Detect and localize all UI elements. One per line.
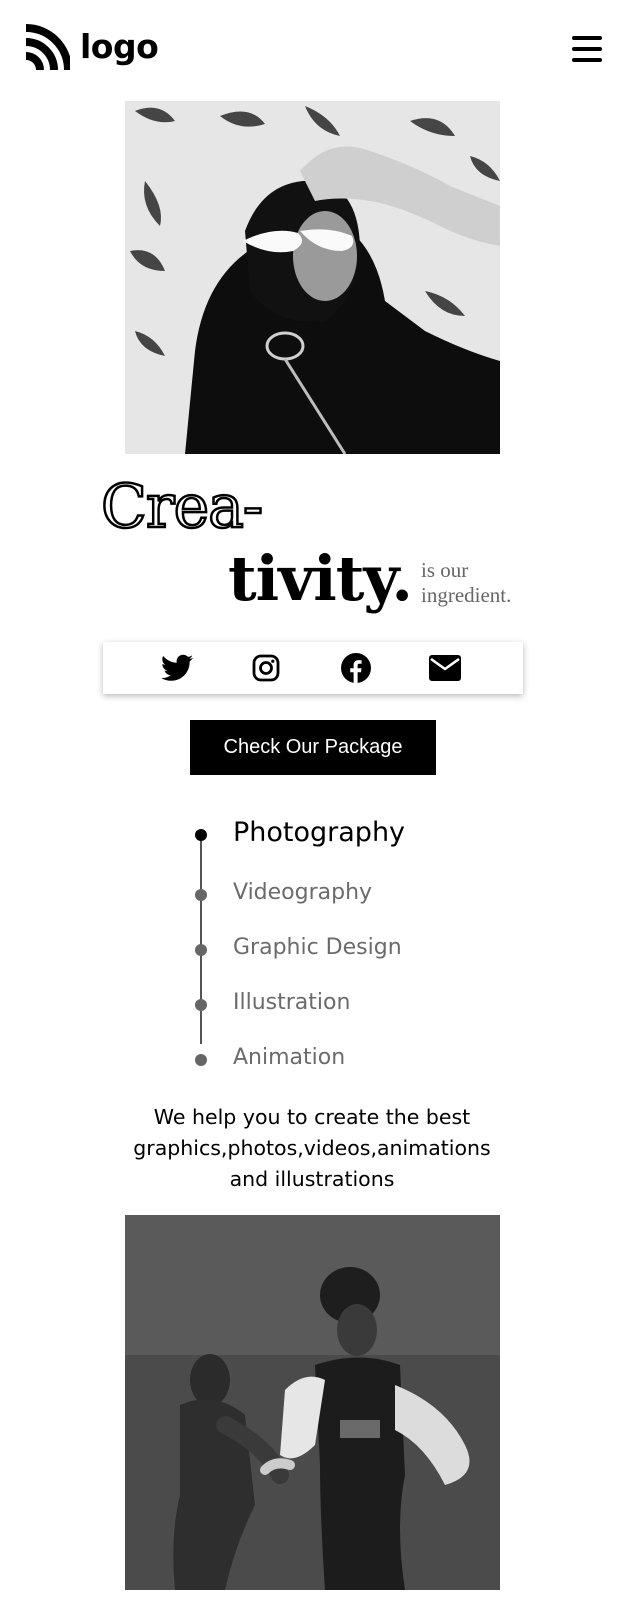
envelope-icon[interactable] [428,652,462,684]
headline-line2: tivity. [228,542,413,615]
service-label: Illustration [233,990,351,1015]
timeline-dot [195,999,207,1011]
timeline-line [200,836,202,1044]
social-links-bar [103,642,523,694]
timeline-dot [195,1054,207,1066]
tagline: is our ingredient. [421,558,512,607]
twitter-icon-glyph [161,654,193,681]
hamburger-menu-icon[interactable] [572,36,602,62]
service-label: Photography [233,817,406,848]
menu-bar-top [572,36,602,40]
instagram-icon[interactable] [249,652,283,684]
service-label: Videography [233,880,373,905]
menu-bar-middle [572,47,602,51]
hero-photo [125,101,500,454]
headline-line1: Crea- [100,471,265,544]
twitter-icon[interactable] [160,652,194,684]
envelope-icon-glyph [429,655,461,681]
intro-blurb: We help you to create the best graphics,… [133,1105,491,1191]
logo[interactable]: logo [24,24,159,70]
service-label: Animation [233,1045,346,1070]
dancers-photo-illustration [125,1215,500,1590]
facebook-icon-glyph [341,653,371,683]
services-timeline: Photography Videography Graphic Design I… [195,815,456,1075]
dancers-photo [125,1215,500,1590]
facebook-icon[interactable] [339,652,373,684]
timeline-dot [195,889,207,901]
check-package-button[interactable]: Check Our Package [190,720,436,775]
logo-text: logo [80,27,159,66]
service-label: Graphic Design [233,935,402,960]
site-header: logo [0,0,625,95]
logo-icon [25,24,70,70]
hero-photo-illustration [125,101,500,454]
timeline-dot [195,944,207,956]
menu-bar-bottom [572,58,602,62]
instagram-icon-glyph [252,654,280,682]
timeline-dot [195,829,207,841]
